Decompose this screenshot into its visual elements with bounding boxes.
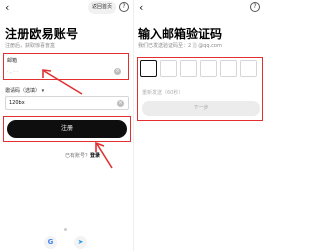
page-subtitle: 我们已发送验证码至：2 ▒ @qq.com [138, 42, 222, 49]
clear-invite-icon[interactable]: × [117, 100, 124, 107]
back-icon[interactable]: ‹ [5, 2, 9, 14]
verification-code-highlight: 重新发送（60秒） 下一步 [137, 57, 263, 121]
clear-email-icon[interactable]: × [114, 68, 121, 75]
invite-code-value: 120bx [9, 100, 25, 106]
help-icon[interactable]: ? [119, 2, 129, 12]
email-label: 邮箱 [7, 58, 18, 64]
code-digit-1[interactable] [140, 60, 157, 77]
code-digit-3[interactable] [180, 60, 197, 77]
verify-panel: ‹ ? 输入邮箱验证码 我们已发送验证码至：2 ▒ @qq.com 重新发送（6… [133, 0, 266, 251]
back-icon[interactable]: ‹ [139, 2, 143, 14]
help-icon[interactable]: ? [250, 2, 260, 12]
code-digit-5[interactable] [220, 60, 237, 77]
code-digit-6[interactable] [240, 60, 257, 77]
email-field[interactable]: · , · · [7, 67, 119, 78]
subtitle-text: 我们已发送验证码至：2 [138, 43, 192, 49]
register-panel: ‹ 返回首页 ? 注册欧易账号 注册后，获取惊喜盲盒 邮箱 · , · · × … [0, 0, 133, 251]
code-input-row [140, 60, 257, 77]
page-subtitle: 注册后，获取惊喜盲盒 [5, 43, 56, 49]
register-button[interactable]: 注册 [7, 120, 127, 138]
login-prompt-text: 已有账号？ [65, 153, 91, 159]
resend-code-link[interactable]: 重新发送（60秒） [142, 89, 183, 96]
login-link[interactable]: 登录 [90, 153, 100, 159]
email-field-highlight: 邮箱 · , · · × [3, 53, 129, 80]
divider-dot [64, 228, 67, 231]
code-digit-2[interactable] [160, 60, 177, 77]
chevron-down-icon: ▾ [41, 88, 45, 94]
next-button[interactable]: 下一步 [142, 101, 260, 116]
invite-code-label[interactable]: 邀请码（选填） ▾ [5, 87, 44, 94]
code-digit-4[interactable] [200, 60, 217, 77]
login-prompt: 已有账号？登录 [65, 152, 100, 159]
google-login-icon[interactable]: G [44, 236, 57, 249]
page-title: 输入邮箱验证码 [138, 27, 223, 41]
page-title: 注册欧易账号 [5, 27, 79, 41]
masked-email: ▒ [192, 43, 197, 49]
register-button-highlight: 注册 [3, 116, 131, 142]
invite-code-field[interactable]: 120bx × [5, 96, 129, 110]
return-home-button[interactable]: 返回首页 [88, 1, 116, 14]
invite-code-label-text: 邀请码（选填） [5, 88, 41, 94]
telegram-login-icon[interactable]: ➤ [74, 236, 87, 249]
subtitle-email: @qq.com [198, 43, 222, 49]
